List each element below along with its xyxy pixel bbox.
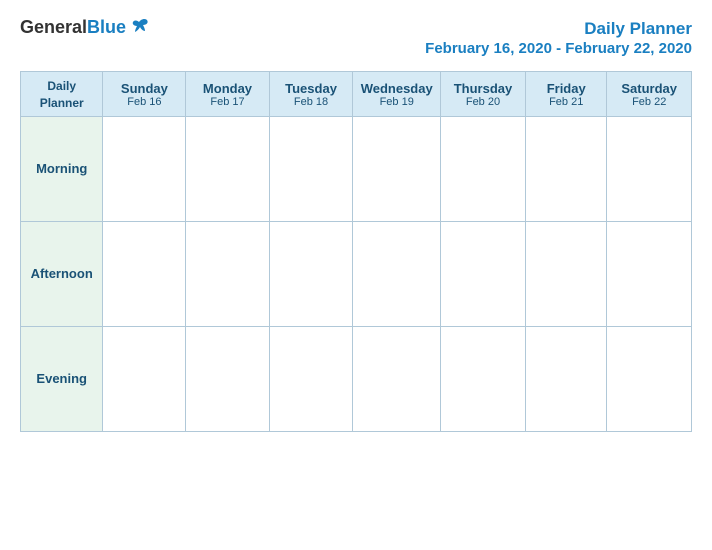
page-header: GeneralBlue Daily Planner February 16, 2… [20, 18, 692, 57]
morning-tuesday[interactable] [269, 116, 353, 221]
evening-friday[interactable] [525, 326, 606, 431]
date-range: February 16, 2020 - February 22, 2020 [425, 40, 692, 57]
first-col-header: Daily Planner [21, 72, 103, 117]
afternoon-thursday[interactable] [440, 221, 525, 326]
col-header-monday: Monday Feb 17 [186, 72, 269, 117]
evening-row: Evening [21, 326, 692, 431]
evening-tuesday[interactable] [269, 326, 353, 431]
afternoon-tuesday[interactable] [269, 221, 353, 326]
evening-sunday[interactable] [103, 326, 186, 431]
afternoon-wednesday[interactable] [353, 221, 441, 326]
morning-sunday[interactable] [103, 116, 186, 221]
morning-saturday[interactable] [607, 116, 692, 221]
evening-thursday[interactable] [440, 326, 525, 431]
col-header-wednesday: Wednesday Feb 19 [353, 72, 441, 117]
afternoon-row: Afternoon [21, 221, 692, 326]
bird-icon [129, 16, 151, 38]
calendar-table: Daily Planner Sunday Feb 16 Monday Feb 1… [20, 71, 692, 432]
afternoon-sunday[interactable] [103, 221, 186, 326]
morning-monday[interactable] [186, 116, 269, 221]
column-headers-row: Daily Planner Sunday Feb 16 Monday Feb 1… [21, 72, 692, 117]
evening-saturday[interactable] [607, 326, 692, 431]
afternoon-label: Afternoon [21, 221, 103, 326]
header-right: Daily Planner February 16, 2020 - Februa… [425, 18, 692, 57]
logo-text: GeneralBlue [20, 18, 126, 38]
col-header-saturday: Saturday Feb 22 [607, 72, 692, 117]
col-header-tuesday: Tuesday Feb 18 [269, 72, 353, 117]
morning-label: Morning [21, 116, 103, 221]
morning-friday[interactable] [525, 116, 606, 221]
morning-row: Morning [21, 116, 692, 221]
afternoon-saturday[interactable] [607, 221, 692, 326]
planner-title: Daily Planner [425, 18, 692, 40]
logo: GeneralBlue [20, 18, 151, 38]
morning-wednesday[interactable] [353, 116, 441, 221]
col-header-sunday: Sunday Feb 16 [103, 72, 186, 117]
afternoon-friday[interactable] [525, 221, 606, 326]
afternoon-monday[interactable] [186, 221, 269, 326]
evening-monday[interactable] [186, 326, 269, 431]
evening-wednesday[interactable] [353, 326, 441, 431]
evening-label: Evening [21, 326, 103, 431]
col-header-friday: Friday Feb 21 [525, 72, 606, 117]
col-header-thursday: Thursday Feb 20 [440, 72, 525, 117]
morning-thursday[interactable] [440, 116, 525, 221]
